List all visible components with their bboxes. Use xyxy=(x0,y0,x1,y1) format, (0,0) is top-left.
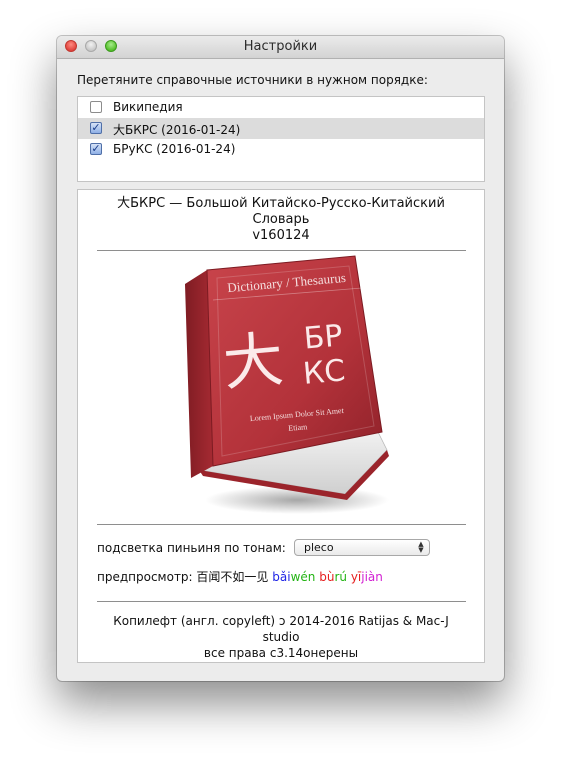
pinyin-syllable: yī xyxy=(350,570,362,584)
divider xyxy=(97,601,466,602)
copyleft-line2: studio xyxy=(262,630,300,644)
popup-arrows-icon: ▲ ▼ xyxy=(418,540,424,554)
preview-hanzi: 百闻不如一见 xyxy=(196,570,269,584)
cover-subtitle-line2: Etiam xyxy=(288,422,309,433)
dictionary-info-panel: 大БКРС — Большой Китайско-Русско-Китайски… xyxy=(77,189,485,663)
tone-scheme-popup[interactable]: pleco ▲ ▼ xyxy=(294,539,430,556)
cover-cyrillic-bottom-text: КС xyxy=(302,353,347,392)
dictionary-title-line2: Словарь xyxy=(252,212,310,227)
dictionary-cover-image: Dictionary / Thesaurus 大 БР КС Lorem Ips… xyxy=(185,255,389,514)
tone-scheme-value: pleco xyxy=(304,541,334,554)
cover-hanzi-text: 大 xyxy=(220,325,286,400)
dictionary-title-line1: 大БКРС — Большой Китайско-Русско-Китайски… xyxy=(117,196,445,211)
divider xyxy=(97,250,466,251)
divider xyxy=(97,524,466,525)
preview-pinyin: bǎiwén bùrú yījiàn xyxy=(272,570,383,584)
source-checkbox-bruks[interactable]: ✓ xyxy=(90,143,102,155)
sources-instruction: Перетяните справочные источники в нужном… xyxy=(77,73,428,87)
tone-highlight-label: подсветка пиньиня по тонам: xyxy=(97,541,286,555)
pinyin-syllable: bǎi xyxy=(272,570,291,584)
dictionary-version: v160124 xyxy=(252,228,310,243)
pinyin-syllable: wén xyxy=(290,570,316,584)
title-bar[interactable]: Настройки xyxy=(57,36,504,59)
sources-list: Википедия ✓ 大БКРС (2016-01-24) ✓ БРуКС (… xyxy=(77,96,485,182)
source-row-bkrs[interactable]: ✓ 大БКРС (2016-01-24) xyxy=(78,118,484,139)
source-checkbox-bkrs[interactable]: ✓ xyxy=(90,122,102,134)
pinyin-syllable: jiàn xyxy=(361,570,383,584)
source-label: Википедия xyxy=(113,100,183,114)
source-row-bruks[interactable]: ✓ БРуКС (2016-01-24) xyxy=(78,139,484,160)
source-checkbox-wikipedia[interactable] xyxy=(90,101,102,113)
preferences-window: Настройки Перетяните справочные источник… xyxy=(57,36,504,681)
source-label: 大БКРС (2016-01-24) xyxy=(113,123,241,137)
pinyin-syllable: rú xyxy=(334,570,347,584)
copyleft-line3: все права с3.14онерены xyxy=(203,646,359,660)
source-row-wikipedia[interactable]: Википедия xyxy=(78,97,484,118)
source-label: БРуКС (2016-01-24) xyxy=(113,142,236,156)
pinyin-preview: предпросмотр: 百闻不如一见 bǎiwén bùrú yījiàn xyxy=(97,568,383,585)
preview-label: предпросмотр: xyxy=(97,570,193,584)
pinyin-syllable: bù xyxy=(319,570,335,584)
dictionary-title: 大БКРС — Большой Китайско-Русско-Китайски… xyxy=(78,196,484,244)
copyleft-notice: Копилефт (англ. copyleft) ↄ 2014-2016 Ra… xyxy=(78,613,484,661)
cover-cyrillic-top-text: БР xyxy=(302,318,344,356)
window-title: Настройки xyxy=(243,39,318,54)
copyleft-line1: Копилефт (англ. copyleft) ↄ 2014-2016 Ra… xyxy=(113,614,449,628)
